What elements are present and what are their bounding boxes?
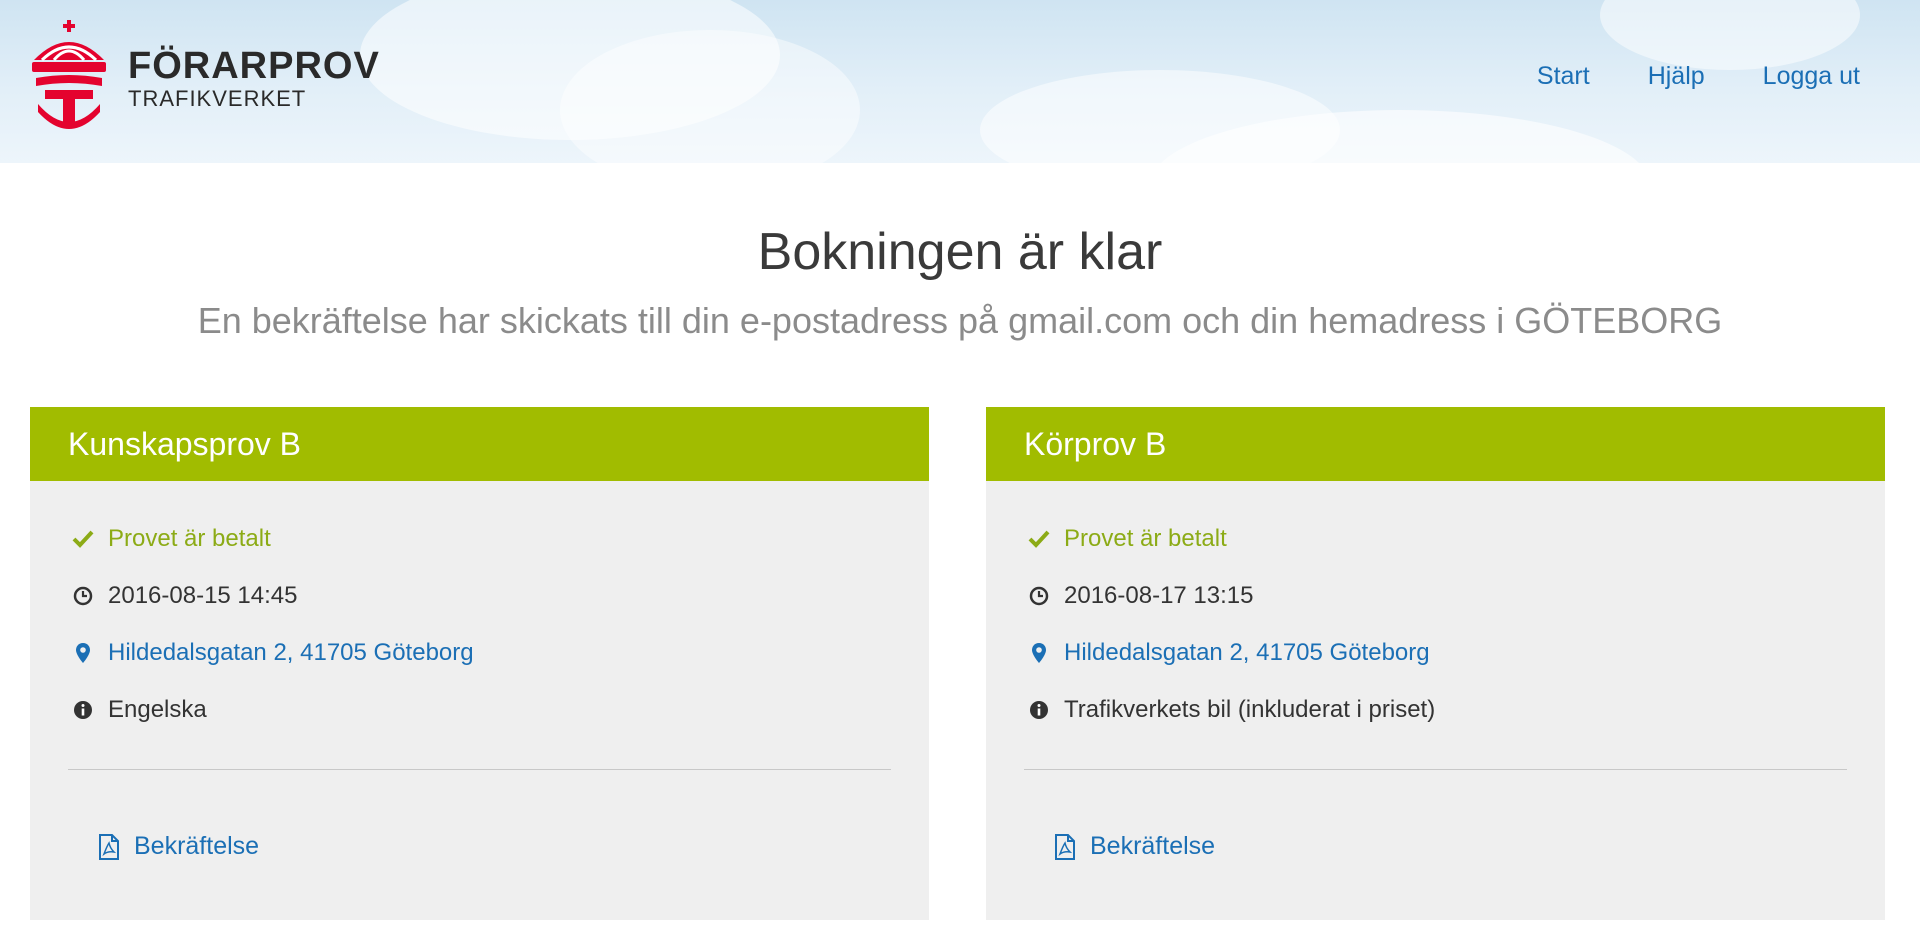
site-header: FÖRARPROV TRAFIKVERKET Start Hjälp Logga… bbox=[0, 0, 1920, 163]
logo-text: FÖRARPROV TRAFIKVERKET bbox=[128, 46, 380, 110]
test-location-link[interactable]: Hildedalsgatan 2, 41705 Göteborg bbox=[1028, 639, 1430, 667]
test-location-link[interactable]: Hildedalsgatan 2, 41705 Göteborg bbox=[72, 639, 474, 667]
payment-status: Provet är betalt bbox=[1028, 525, 1227, 553]
confirmation-pdf-link[interactable]: Bekräftelse bbox=[1054, 832, 1215, 861]
header-cloud bbox=[1600, 0, 1860, 70]
info-circle-icon bbox=[1028, 699, 1050, 721]
nav-link-help[interactable]: Hjälp bbox=[1648, 62, 1705, 91]
confirmation-link-text: Bekräftelse bbox=[1090, 832, 1216, 860]
card-title: Kunskapsprov B bbox=[30, 407, 929, 481]
test-info-text: Engelska bbox=[108, 696, 207, 723]
test-info: Engelska bbox=[72, 696, 207, 724]
test-datetime-text: 2016-08-17 13:15 bbox=[1064, 582, 1254, 609]
booking-card-driving-test: Körprov B Provet är betalt 2016-08-17 13… bbox=[986, 407, 1885, 920]
test-datetime: 2016-08-15 14:45 bbox=[72, 582, 298, 610]
map-marker-icon bbox=[1028, 642, 1050, 664]
site-logo[interactable]: FÖRARPROV TRAFIKVERKET bbox=[28, 20, 380, 136]
info-circle-icon bbox=[72, 699, 94, 721]
payment-status-text: Provet är betalt bbox=[108, 525, 271, 552]
logo-title: FÖRARPROV bbox=[128, 45, 380, 87]
top-navigation: Start Hjälp Logga ut bbox=[1537, 62, 1860, 91]
test-datetime-text: 2016-08-15 14:45 bbox=[108, 582, 298, 609]
page-subtitle: En bekräftelse har skickats till din e-p… bbox=[197, 300, 1723, 341]
test-info-text: Trafikverkets bil (inkluderat i priset) bbox=[1064, 696, 1436, 723]
booking-card-knowledge-test: Kunskapsprov B Provet är betalt 2016-08-… bbox=[30, 407, 929, 920]
clock-icon bbox=[72, 585, 94, 607]
card-title: Körprov B bbox=[986, 407, 1885, 481]
page-title: Bokningen är klar bbox=[757, 223, 1163, 281]
check-icon bbox=[72, 528, 94, 550]
card-divider bbox=[1024, 769, 1847, 770]
confirmation-pdf-link[interactable]: Bekräftelse bbox=[98, 832, 259, 861]
map-marker-icon bbox=[72, 642, 94, 664]
test-location-text: Hildedalsgatan 2, 41705 Göteborg bbox=[1064, 639, 1430, 666]
check-icon bbox=[1028, 528, 1050, 550]
test-location-text: Hildedalsgatan 2, 41705 Göteborg bbox=[108, 639, 474, 666]
test-info: Trafikverkets bil (inkluderat i priset) bbox=[1028, 696, 1435, 724]
card-divider bbox=[68, 769, 891, 770]
payment-status: Provet är betalt bbox=[72, 525, 271, 553]
clock-icon bbox=[1028, 585, 1050, 607]
logo-subtitle: TRAFIKVERKET bbox=[128, 86, 307, 111]
pdf-file-icon bbox=[98, 833, 122, 860]
confirmation-link-text: Bekräftelse bbox=[134, 832, 260, 860]
payment-status-text: Provet är betalt bbox=[1064, 525, 1227, 552]
test-datetime: 2016-08-17 13:15 bbox=[1028, 582, 1254, 610]
trafikverket-crown-logo-icon bbox=[32, 20, 106, 129]
nav-link-start[interactable]: Start bbox=[1537, 62, 1590, 91]
nav-link-logout[interactable]: Logga ut bbox=[1763, 62, 1860, 91]
pdf-file-icon bbox=[1054, 833, 1078, 860]
